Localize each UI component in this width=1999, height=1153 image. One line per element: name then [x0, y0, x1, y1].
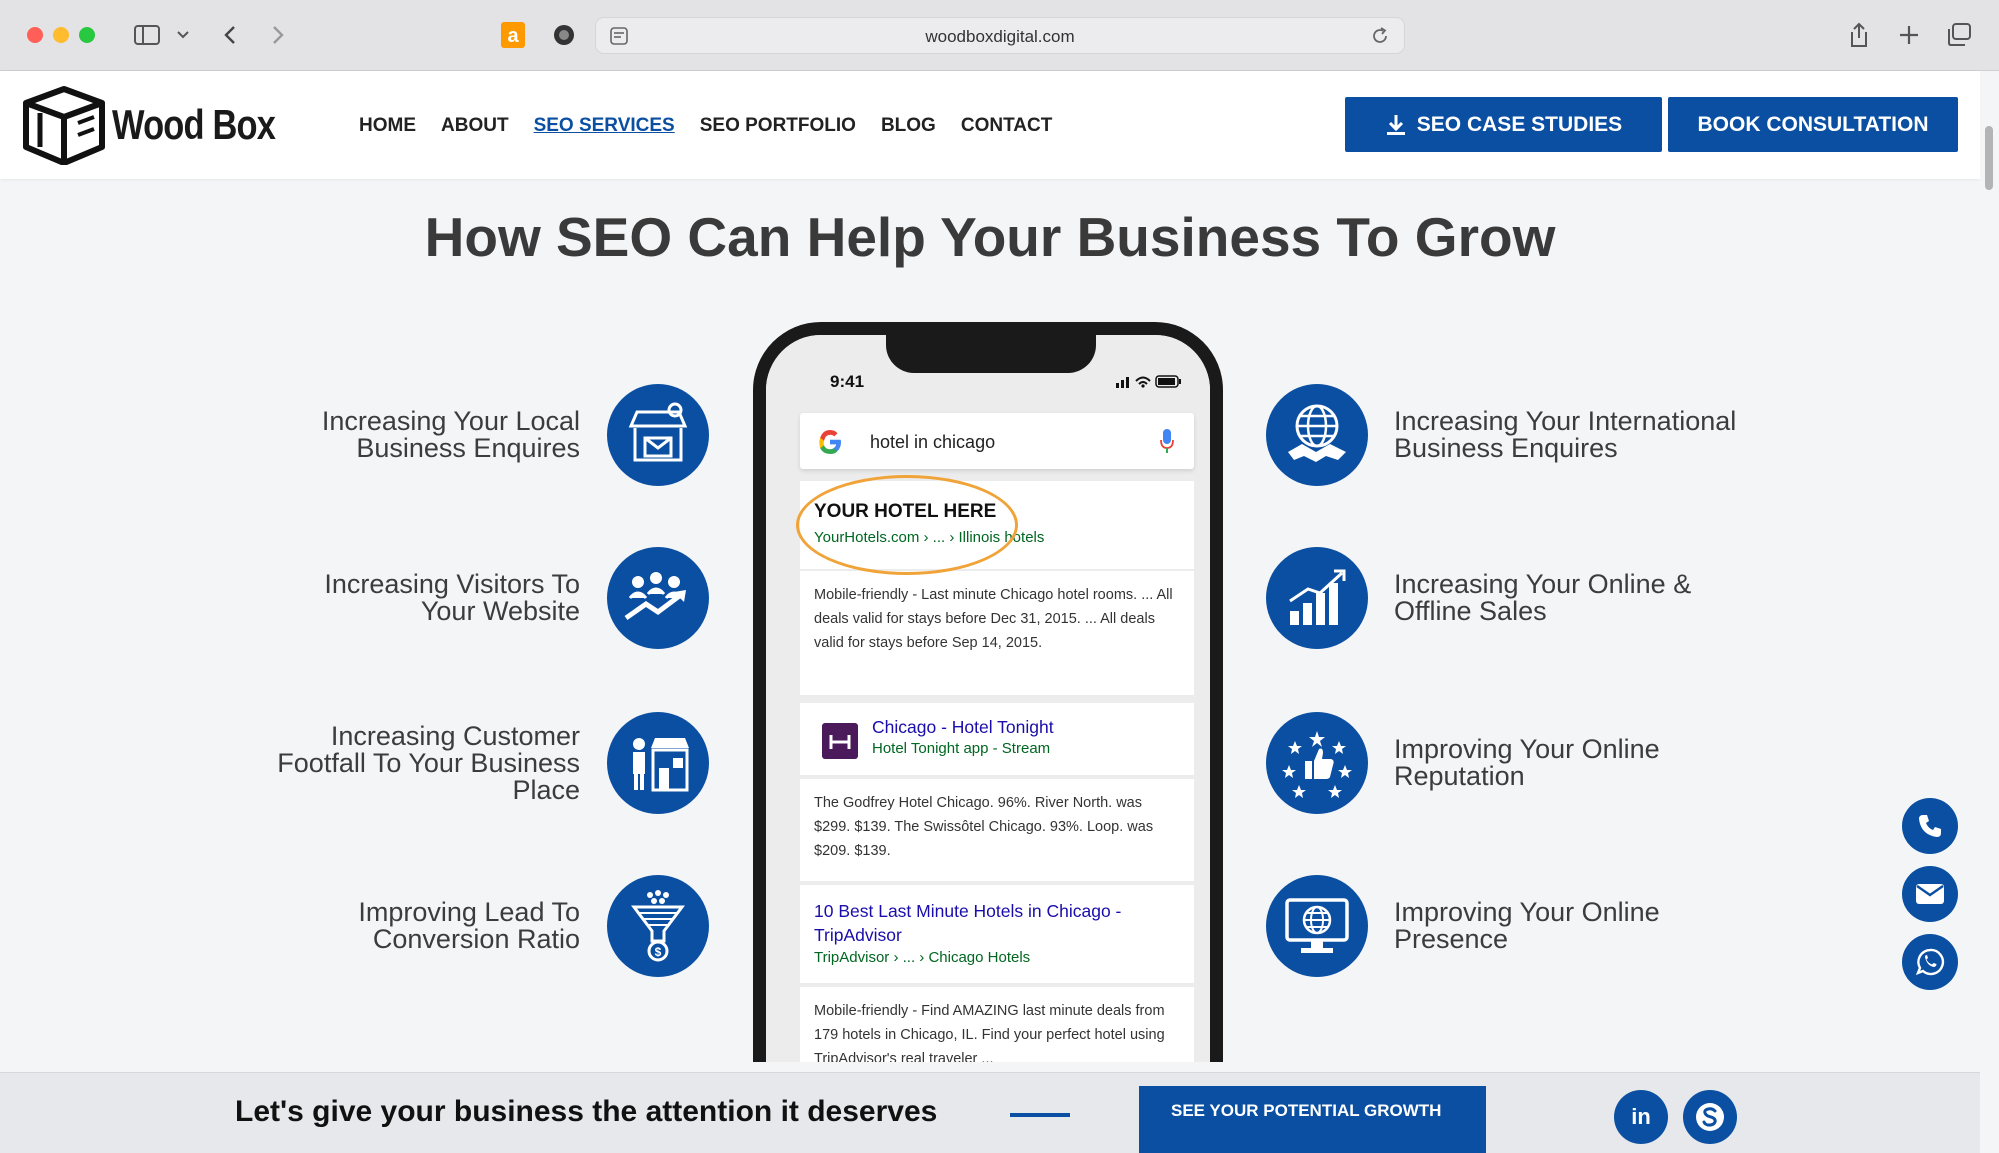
- result-title[interactable]: 10 Best Last Minute Hotels in Chicago - …: [814, 899, 1180, 947]
- microphone-icon[interactable]: [1160, 429, 1174, 458]
- skype-icon: [1696, 1103, 1724, 1131]
- feature-label: Increasing Your Local Business Enquires: [321, 406, 580, 463]
- page-scrollbar[interactable]: [1980, 71, 1999, 1153]
- phone-search-box[interactable]: hotel in chicago: [800, 413, 1194, 469]
- feature-label: Improving Lead To Conversion Ratio: [358, 897, 580, 954]
- logo-text: Wood Box: [112, 101, 276, 148]
- seo-case-studies-label: SEO CASE STUDIES: [1416, 112, 1623, 136]
- main-nav: HOME ABOUT SEO SERVICES SEO PORTFOLIO BL…: [359, 115, 1052, 137]
- tab-overview-icon[interactable]: [1945, 20, 1973, 50]
- page-headline: How SEO Can Help Your Business To Grow: [424, 206, 1556, 268]
- result-snippet: Mobile-friendly - Find AMAZING last minu…: [814, 1003, 1165, 1062]
- svg-text:a: a: [507, 25, 519, 47]
- feature-label: Improving Your Online Reputation: [1394, 734, 1660, 791]
- download-icon: [1386, 114, 1405, 135]
- zoom-window-button[interactable]: [79, 27, 95, 43]
- search-result-snippet: Mobile-friendly - Last minute Chicago ho…: [800, 571, 1194, 695]
- url-text: woodboxdigital.com: [925, 27, 1075, 46]
- phone-search-query: hotel in chicago: [870, 432, 996, 452]
- skype-button[interactable]: [1683, 1090, 1737, 1144]
- linkedin-button[interactable]: in: [1614, 1090, 1668, 1144]
- result-url: TripAdvisor › ... › Chicago Hotels: [814, 949, 1031, 966]
- feature-local-enquires: Increasing Your Local Business Enquires: [220, 384, 709, 486]
- search-result-snippet: Mobile-friendly - Find AMAZING last minu…: [800, 987, 1194, 1062]
- feature-online-presence: Improving Your Online Presence: [1266, 875, 1794, 977]
- wood-box-logo[interactable]: Wood Box: [22, 85, 311, 165]
- cta-divider: [1010, 1113, 1070, 1117]
- book-consultation-label: BOOK CONSULTATION: [1697, 112, 1929, 136]
- browser-toolbar: a woodboxdigital.com: [0, 0, 1999, 71]
- phone-icon: [1919, 815, 1941, 837]
- feature-international-enquires: Increasing Your International Business E…: [1266, 384, 1794, 486]
- address-bar[interactable]: woodboxdigital.com: [595, 17, 1405, 54]
- amazon-extension-icon[interactable]: a: [500, 20, 526, 50]
- sidebar-toggle-icon[interactable]: [133, 20, 161, 50]
- funnel-icon: $: [607, 875, 709, 977]
- search-result-snippet: The Godfrey Hotel Chicago. 96%. River No…: [800, 779, 1194, 881]
- feature-online-offline-sales: Increasing Your Online & Offline Sales: [1266, 547, 1794, 649]
- close-window-button[interactable]: [27, 27, 43, 43]
- site-header: Wood Box HOME ABOUT SEO SERVICES SEO POR…: [0, 71, 1980, 179]
- share-icon[interactable]: [1845, 20, 1873, 50]
- envelope-icon: [1916, 884, 1944, 904]
- bar-chart-icon: [1266, 547, 1368, 649]
- result-title[interactable]: Chicago - Hotel Tonight: [872, 717, 1054, 738]
- see-potential-growth-button[interactable]: SEE YOUR POTENTIAL GROWTH: [1139, 1086, 1486, 1153]
- phone-call-button[interactable]: [1902, 798, 1958, 854]
- search-result-tripadvisor[interactable]: 10 Best Last Minute Hotels in Chicago - …: [800, 885, 1194, 983]
- feature-online-reputation: Improving Your Online Reputation: [1266, 712, 1794, 814]
- minimize-window-button[interactable]: [53, 27, 69, 43]
- monitor-globe-icon: [1266, 875, 1368, 977]
- linkedin-icon: in: [1631, 1104, 1651, 1129]
- email-button[interactable]: [1902, 866, 1958, 922]
- nav-home[interactable]: HOME: [359, 115, 416, 137]
- phone-time: 9:41: [830, 372, 865, 391]
- feature-label: Increasing Customer Footfall To Your Bus…: [277, 720, 580, 805]
- reload-icon[interactable]: [1370, 26, 1390, 51]
- feature-website-visitors: Increasing Visitors To Your Website: [220, 547, 709, 649]
- thumbs-up-stars-icon: [1266, 712, 1368, 814]
- search-result-app[interactable]: Chicago - Hotel Tonight Hotel Tonight ap…: [800, 703, 1194, 775]
- visitors-growth-icon: [607, 547, 709, 649]
- nav-contact[interactable]: CONTACT: [961, 115, 1052, 137]
- book-consultation-button[interactable]: BOOK CONSULTATION: [1668, 97, 1958, 152]
- nav-blog[interactable]: BLOG: [881, 115, 936, 137]
- result-snippet: Mobile-friendly - Last minute Chicago ho…: [814, 587, 1173, 651]
- phone-notch: [886, 335, 1096, 373]
- google-logo-icon: [816, 428, 844, 461]
- feature-label: Increasing Your Online & Offline Sales: [1394, 569, 1692, 626]
- result-subtitle: Hotel Tonight app - Stream: [872, 740, 1051, 757]
- result-snippet: The Godfrey Hotel Chicago. 96%. River No…: [814, 795, 1154, 859]
- nav-about[interactable]: ABOUT: [441, 115, 509, 137]
- feature-label: Increasing Your International Business E…: [1394, 406, 1737, 463]
- hotel-tonight-app-icon: [822, 723, 858, 759]
- cta-text: Let's give your business the attention i…: [235, 1095, 938, 1128]
- wood-box-logo-icon: [23, 86, 105, 165]
- local-store-icon: [607, 384, 709, 486]
- new-tab-icon[interactable]: [1895, 20, 1923, 50]
- customer-shop-icon: [607, 712, 709, 814]
- feature-customer-footfall: Increasing Customer Footfall To Your Bus…: [220, 712, 709, 814]
- feature-lead-conversion: Improving Lead To Conversion Ratio $: [220, 875, 709, 977]
- highlight-oval: [796, 475, 1018, 575]
- back-arrow-icon[interactable]: [220, 20, 240, 50]
- whatsapp-icon: [1915, 948, 1945, 976]
- page-scrollbar-thumb[interactable]: [1985, 126, 1993, 190]
- seo-case-studies-button[interactable]: SEO CASE STUDIES: [1345, 97, 1662, 152]
- phone-mockup: 9:41 hotel in chicago YOUR HOTEL HERE Yo…: [753, 322, 1223, 1062]
- nav-seo-services[interactable]: SEO SERVICES: [534, 115, 675, 137]
- feature-label: Improving Your Online Presence: [1394, 897, 1660, 954]
- svg-text:$: $: [655, 945, 662, 959]
- record-extension-icon[interactable]: [551, 20, 577, 50]
- feature-label: Increasing Visitors To Your Website: [324, 569, 580, 626]
- nav-seo-portfolio[interactable]: SEO PORTFOLIO: [700, 115, 856, 137]
- bottom-cta-bar: Let's give your business the attention i…: [0, 1072, 1980, 1153]
- chevron-down-icon[interactable]: [176, 20, 190, 50]
- globe-handshake-icon: [1266, 384, 1368, 486]
- whatsapp-button[interactable]: [1902, 934, 1958, 990]
- forward-arrow-icon[interactable]: [268, 20, 288, 50]
- phone-status-icons: [1116, 373, 1184, 394]
